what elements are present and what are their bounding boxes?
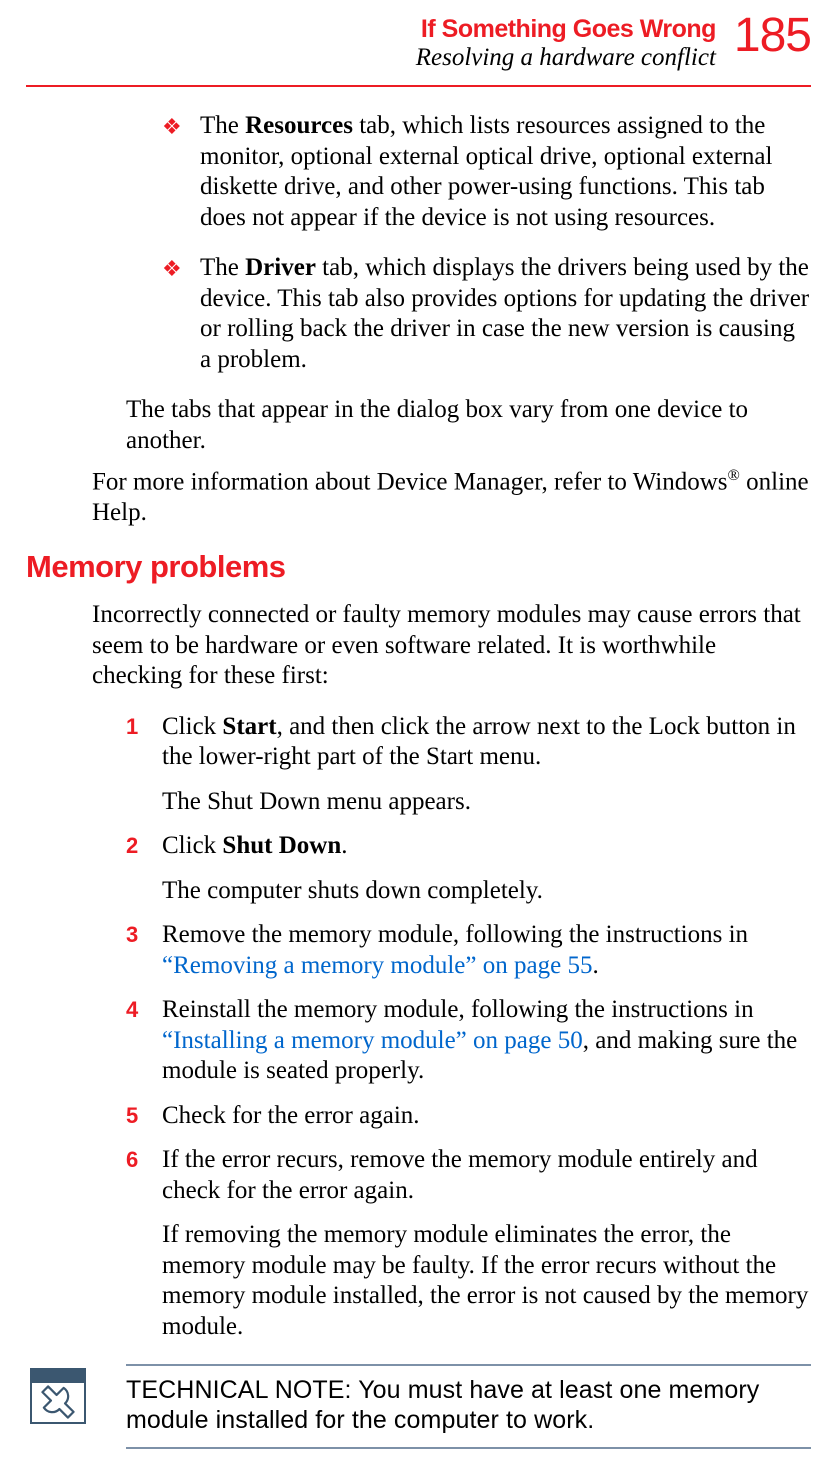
step-number: 5 [126, 1101, 162, 1132]
step-body: Remove the memory module, following the … [162, 920, 811, 981]
text-run: Remove the memory module, following the … [162, 921, 748, 948]
note-rule-bottom [126, 1447, 811, 1449]
page-container: If Something Goes Wrong Resolving a hard… [0, 0, 837, 1479]
bold-term: Shut Down [222, 832, 341, 859]
list-item: 2 Click Shut Down. The computer shuts do… [126, 831, 811, 906]
list-item: 4 Reinstall the memory module, following… [126, 995, 811, 1087]
step-body: Check for the error again. [162, 1101, 811, 1132]
cross-reference-link[interactable]: “Removing a memory module” on page 55 [162, 952, 592, 979]
step-number: 3 [126, 920, 162, 981]
paragraph: The Shut Down menu appears. [162, 787, 811, 818]
cross-reference-link[interactable]: “Installing a memory module” on page 50 [162, 1027, 583, 1054]
bold-term: Driver [245, 254, 316, 281]
numbered-list: 1 Click Start, and then click the arrow … [126, 712, 811, 1343]
bullet-item: ❖ The Resources tab, which lists resourc… [162, 111, 811, 233]
bullet-text: The Resources tab, which lists resources… [200, 111, 811, 233]
step-body: Click Shut Down. The computer shuts down… [162, 831, 811, 906]
registered-mark: ® [728, 466, 740, 484]
list-item: 1 Click Start, and then click the arrow … [126, 712, 811, 818]
paragraph: Incorrectly connected or faulty memory m… [92, 600, 811, 692]
technical-note: TECHNICAL NOTE: You must have at least o… [30, 1364, 811, 1449]
wrench-icon [30, 1368, 86, 1424]
section-title: Resolving a hardware conflict [416, 44, 716, 72]
note-body: TECHNICAL NOTE: You must have at least o… [30, 1376, 811, 1435]
bullet-item: ❖ The Driver tab, which displays the dri… [162, 253, 811, 375]
bullet-list: ❖ The Resources tab, which lists resourc… [162, 111, 811, 375]
diamond-bullet-icon: ❖ [162, 253, 200, 375]
page-number: 185 [734, 14, 811, 57]
paragraph: For more information about Device Manage… [92, 466, 811, 528]
text-run: Reinstall the memory module, following t… [162, 996, 754, 1023]
step-body: Click Start, and then click the arrow ne… [162, 712, 811, 818]
text-run: Click [162, 832, 222, 859]
text-run: The [200, 254, 245, 281]
diamond-bullet-icon: ❖ [162, 111, 200, 233]
step-body: Reinstall the memory module, following t… [162, 995, 811, 1087]
section-heading: Memory problems [26, 548, 811, 586]
step-number: 1 [126, 712, 162, 818]
step-body: If the error recurs, remove the memory m… [162, 1145, 811, 1342]
paragraph: The tabs that appear in the dialog box v… [126, 395, 811, 456]
bullet-text: The Driver tab, which displays the drive… [200, 253, 811, 375]
step-number: 6 [126, 1145, 162, 1342]
list-item: 5 Check for the error again. [126, 1101, 811, 1132]
paragraph: If removing the memory module eliminates… [162, 1220, 811, 1342]
text-run: The [200, 112, 245, 139]
text-run: . [341, 832, 347, 859]
text-run: Click [162, 713, 222, 740]
paragraph: The computer shuts down completely. [162, 876, 811, 907]
paragraph: If the error recurs, remove the memory m… [162, 1145, 811, 1206]
list-item: 6 If the error recurs, remove the memory… [126, 1145, 811, 1342]
note-text: TECHNICAL NOTE: You must have at least o… [126, 1376, 811, 1435]
body-content: ❖ The Resources tab, which lists resourc… [26, 87, 811, 1449]
list-item: 3 Remove the memory module, following th… [126, 920, 811, 981]
bold-term: Resources [245, 112, 353, 139]
header-text-block: If Something Goes Wrong Resolving a hard… [416, 14, 734, 71]
note-rule-top [126, 1364, 811, 1366]
chapter-title: If Something Goes Wrong [416, 16, 716, 44]
page-header: If Something Goes Wrong Resolving a hard… [26, 14, 811, 79]
text-run: For more information about Device Manage… [92, 468, 728, 495]
step-number: 4 [126, 995, 162, 1087]
bold-term: Start [222, 713, 276, 740]
text-run: . [592, 952, 598, 979]
step-number: 2 [126, 831, 162, 906]
